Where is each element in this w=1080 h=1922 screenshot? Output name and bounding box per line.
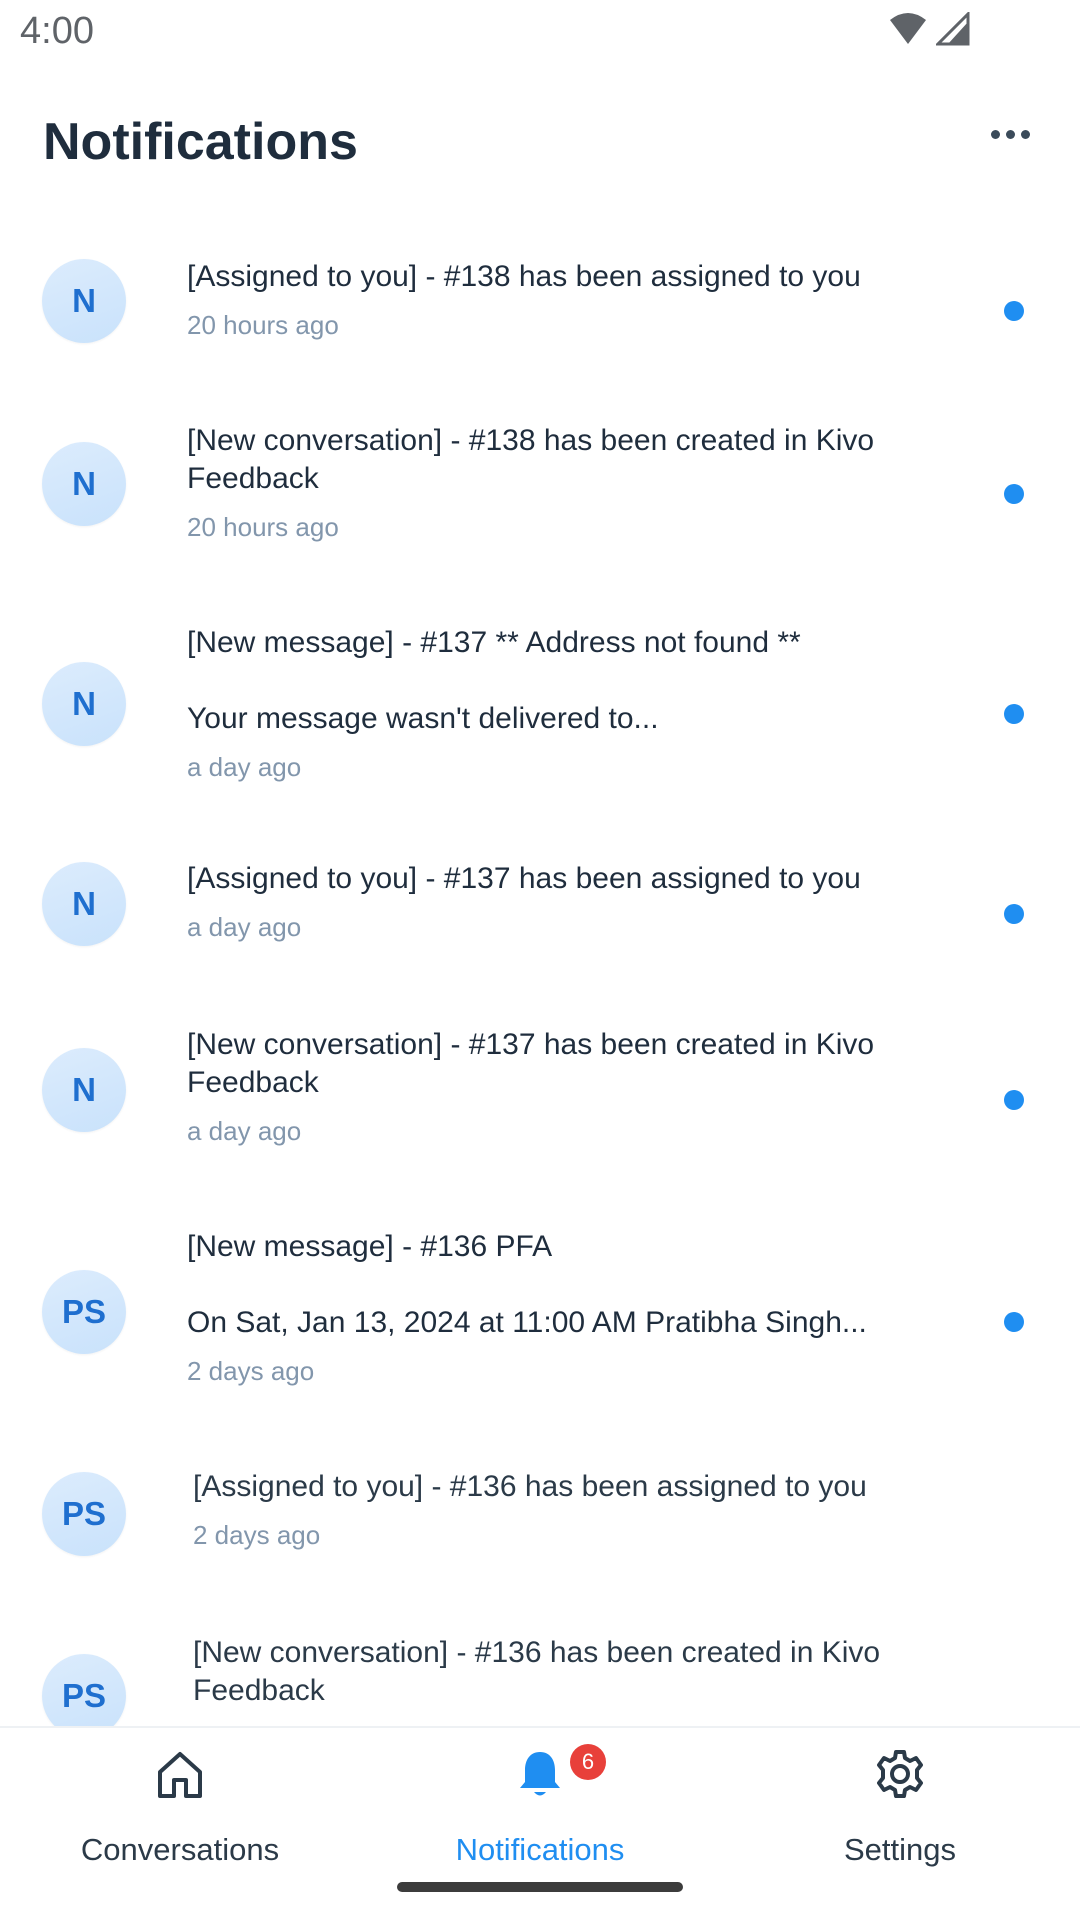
notification-time: 20 hours ago	[187, 310, 339, 340]
avatar: N	[42, 662, 126, 746]
notification-item[interactable]: N [New conversation] - #138 has been cre…	[0, 380, 1080, 582]
notification-preview: Your message wasn't delivered to...	[187, 702, 659, 735]
notification-title: [New conversation] - #136 has been creat…	[193, 1636, 881, 1707]
notification-item[interactable]: N [Assigned to you] - #138 has been assi…	[0, 214, 1080, 380]
notification-title: [Assigned to you] - #136 has been assign…	[193, 1470, 867, 1503]
more-dots-icon	[990, 129, 1000, 139]
unread-dot	[1004, 1090, 1024, 1110]
notification-time: 2 days ago	[193, 1520, 321, 1550]
notification-item[interactable]: N [New message] - #137 ** Address not fo…	[0, 582, 1080, 820]
notification-title: [Assigned to you] - #138 has been assign…	[187, 260, 861, 293]
tab-conversations[interactable]: Conversations	[0, 1728, 360, 1878]
tab-label: Notifications	[455, 1832, 625, 1867]
unread-dot	[1004, 301, 1024, 321]
more-options-button[interactable]	[980, 114, 1040, 154]
tab-label: Settings	[843, 1832, 956, 1867]
notification-title: [New conversation] - #137 has been creat…	[187, 1028, 875, 1099]
unread-dot	[1004, 704, 1024, 724]
tab-label: Conversations	[80, 1832, 280, 1867]
signal-icon	[936, 12, 970, 46]
notification-time: a day ago	[187, 1116, 302, 1146]
home-icon	[158, 1752, 202, 1798]
header: Notifications	[0, 64, 1080, 214]
avatar: PS	[42, 1270, 126, 1354]
notification-item[interactable]: PS [New message] - #136 PFA On Sat, Jan …	[0, 1188, 1080, 1426]
page-title: Notifications	[43, 113, 358, 171]
avatar: N	[42, 442, 126, 526]
notification-time: 2 days ago	[187, 1356, 315, 1386]
notification-time: 20 hours ago	[187, 512, 339, 542]
notification-time: a day ago	[187, 912, 302, 942]
status-time: 4:00	[20, 10, 94, 52]
home-indicator[interactable]	[397, 1882, 683, 1892]
avatar: PS	[42, 1654, 126, 1726]
bell-icon	[520, 1752, 560, 1796]
notification-title: [New message] - #136 PFA	[187, 1230, 553, 1263]
avatar: PS	[42, 1472, 126, 1556]
wifi-icon	[890, 13, 926, 44]
avatar: N	[42, 259, 126, 343]
avatar: N	[42, 1048, 126, 1132]
avatar: N	[42, 862, 126, 946]
notification-count-badge: 6	[570, 1744, 606, 1780]
notification-item[interactable]: N [Assigned to you] - #137 has been assi…	[0, 820, 1080, 986]
status-icons	[888, 12, 970, 46]
notification-item[interactable]: PS [Assigned to you] - #136 has been ass…	[0, 1426, 1080, 1592]
notification-preview: On Sat, Jan 13, 2024 at 11:00 AM Pratibh…	[187, 1306, 867, 1339]
notification-item[interactable]: N [New conversation] - #137 has been cre…	[0, 986, 1080, 1188]
unread-dot	[1004, 1312, 1024, 1332]
gear-icon	[877, 1750, 923, 1798]
notification-item[interactable]: PS [New conversation] - #136 has been cr…	[0, 1592, 1080, 1726]
notification-title: [New conversation] - #138 has been creat…	[187, 424, 875, 495]
notification-time: a day ago	[187, 752, 302, 782]
tab-settings[interactable]: Settings	[720, 1728, 1080, 1878]
notification-title: [Assigned to you] - #137 has been assign…	[187, 862, 861, 895]
unread-dot	[1004, 484, 1024, 504]
bottom-tab-bar: Conversations 6 Notifications Settings	[0, 1726, 1080, 1922]
notification-list[interactable]: N [Assigned to you] - #138 has been assi…	[0, 214, 1080, 1726]
status-bar: 4:00	[0, 0, 1080, 64]
notification-title: [New message] - #137 ** Address not foun…	[187, 626, 801, 659]
tab-notifications[interactable]: 6 Notifications	[360, 1728, 720, 1878]
unread-dot	[1004, 904, 1024, 924]
